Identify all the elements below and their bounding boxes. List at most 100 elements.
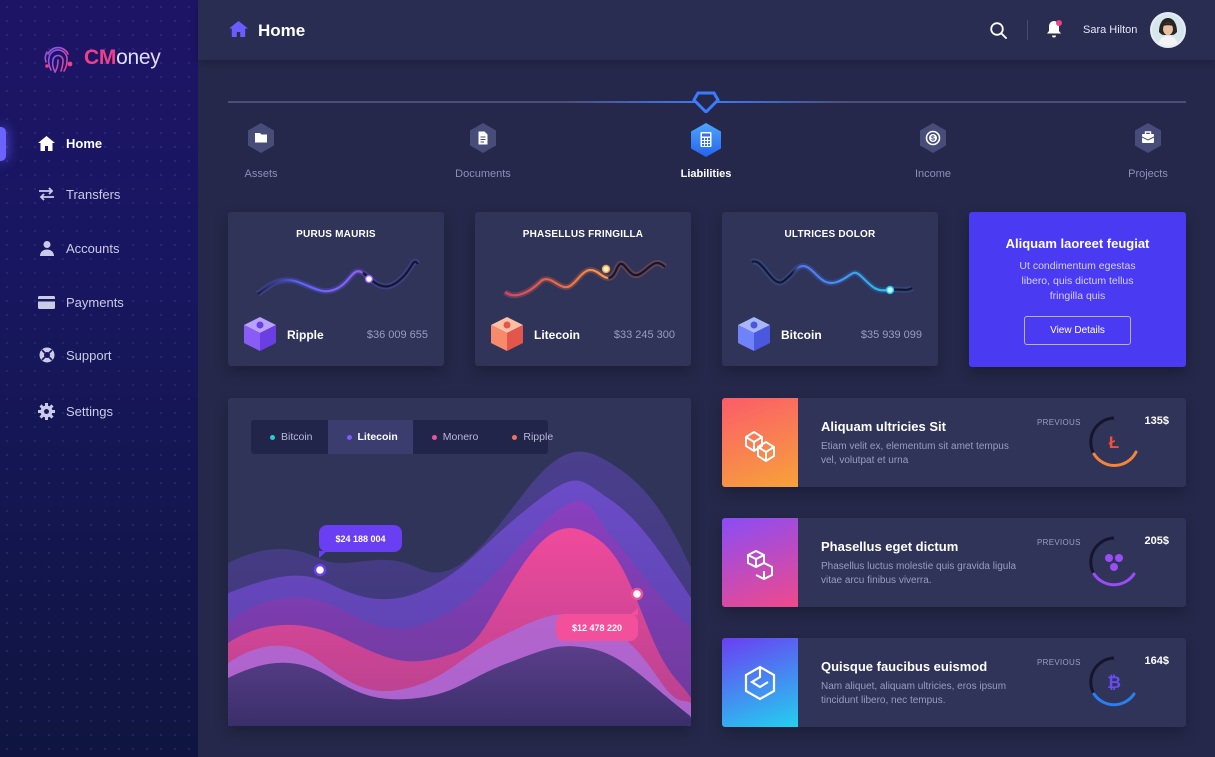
sidebar-item-payments[interactable]: Payments bbox=[0, 282, 198, 322]
blocks-icon bbox=[722, 518, 798, 607]
sidebar: CMoney Home Transfers Accounts Payments … bbox=[0, 0, 198, 757]
svg-text:Ł: Ł bbox=[1109, 433, 1119, 452]
sidebar-item-label: Payments bbox=[66, 294, 124, 310]
litecoin-icon bbox=[491, 317, 523, 351]
row-title: Aliquam ultricies Sit bbox=[821, 419, 946, 434]
promo-text: Ut condimentum egestas libero, quis dict… bbox=[1019, 260, 1136, 302]
row-title: Quisque faucibus euismod bbox=[821, 659, 988, 674]
coin-value: $35 939 099 bbox=[860, 329, 922, 341]
previous-label: PREVIOUS bbox=[1037, 418, 1081, 427]
row-description: Phasellus luctus molestie quis gravida l… bbox=[821, 561, 1017, 586]
fingerprint-icon bbox=[44, 46, 73, 73]
sidebar-item-label: Accounts bbox=[66, 240, 120, 256]
gear-icon bbox=[38, 402, 55, 420]
card-title: PHASELLUS FRINGILLA bbox=[522, 229, 644, 240]
svg-text:$: $ bbox=[931, 136, 935, 143]
row-title: Phasellus eget dictum bbox=[821, 539, 959, 554]
svg-text:₿: ₿ bbox=[1107, 673, 1121, 692]
coin-value: $36 009 655 bbox=[366, 329, 428, 341]
coin-card-litecoin[interactable]: PHASELLUS FRINGILLA Litecoin $33 245 300 bbox=[475, 212, 691, 366]
legend-bitcoin[interactable]: Bitcoin bbox=[251, 420, 328, 454]
lifebuoy-icon bbox=[38, 347, 55, 364]
ripple-icon bbox=[244, 317, 276, 351]
step-label: Liabilities bbox=[680, 168, 732, 180]
logo[interactable]: CMoney bbox=[40, 40, 161, 76]
row-amount: 205$ bbox=[1144, 535, 1169, 547]
step-income[interactable]: $ Income bbox=[883, 122, 983, 180]
user-icon bbox=[38, 240, 55, 257]
legend-litecoin[interactable]: Litecoin bbox=[327, 420, 413, 454]
ripple-icon bbox=[1089, 536, 1136, 587]
divider bbox=[1027, 20, 1028, 40]
coin-name: Ripple bbox=[287, 328, 324, 342]
step-label: Documents bbox=[455, 168, 511, 180]
chart-tooltip: $12 478 220 bbox=[556, 608, 638, 641]
step-label: Assets bbox=[244, 168, 278, 180]
view-details-button[interactable]: View Details bbox=[1024, 316, 1131, 345]
sidebar-item-label: Home bbox=[66, 135, 103, 151]
sparkline bbox=[503, 260, 668, 299]
coin-value: $33 245 300 bbox=[613, 329, 675, 341]
step-assets[interactable]: Assets bbox=[211, 122, 311, 180]
briefcase-icon bbox=[1135, 123, 1161, 153]
sidebar-item-home[interactable]: Home bbox=[0, 123, 198, 163]
page-title: Home bbox=[258, 21, 306, 40]
card-title: PURUS MAURIS bbox=[296, 229, 376, 240]
credit-card-icon bbox=[38, 294, 55, 311]
main-content: Assets Documents Liabilities $ Income Pr… bbox=[198, 60, 1215, 757]
row-description: Etiam velit ex, elementum sit amet tempu… bbox=[821, 441, 1009, 466]
row-amount: 135$ bbox=[1144, 415, 1169, 427]
step-label: Projects bbox=[1128, 168, 1168, 180]
top-bar: Home Sara Hilton bbox=[198, 0, 1215, 60]
row-amount: 164$ bbox=[1144, 655, 1169, 667]
progress-marker-icon bbox=[692, 91, 720, 118]
legend-monero[interactable]: Monero bbox=[413, 420, 494, 454]
notification-badge bbox=[1056, 20, 1062, 26]
step-label: Income bbox=[914, 168, 952, 180]
search-icon[interactable] bbox=[990, 22, 1007, 44]
coin-card-bitcoin[interactable]: ULTRICES DOLOR Bitcoin $35 939 099 bbox=[722, 212, 938, 366]
promo-title: Aliquam laoreet feugiat bbox=[1005, 236, 1150, 251]
chart-legend: Bitcoin Litecoin Monero Ripple bbox=[251, 420, 553, 454]
box-icon bbox=[722, 638, 798, 727]
sidebar-item-label: Settings bbox=[66, 403, 113, 419]
folder-icon bbox=[248, 123, 274, 153]
calculator-icon bbox=[691, 123, 721, 157]
coin-name: Bitcoin bbox=[781, 328, 822, 342]
step-liabilities[interactable]: Liabilities bbox=[656, 122, 756, 180]
legend-ripple[interactable]: Ripple bbox=[493, 420, 568, 454]
coin-name: Litecoin bbox=[534, 328, 581, 342]
bitcoin-icon: ₿ bbox=[1089, 656, 1136, 707]
step-projects[interactable]: Projects bbox=[1098, 122, 1198, 180]
sidebar-item-accounts[interactable]: Accounts bbox=[0, 228, 198, 268]
logo-text: CMoney bbox=[84, 46, 161, 69]
sparkline bbox=[750, 258, 914, 295]
chart-tooltip: $24 188 004 bbox=[319, 525, 402, 558]
previous-label: PREVIOUS bbox=[1037, 658, 1081, 667]
transfer-icon bbox=[38, 186, 55, 203]
avatar[interactable] bbox=[1150, 12, 1186, 48]
list-item-ripple[interactable]: Phasellus eget dictum Phasellus luctus m… bbox=[722, 518, 1186, 607]
step-documents[interactable]: Documents bbox=[433, 122, 533, 180]
sidebar-item-transfers[interactable]: Transfers bbox=[0, 174, 198, 214]
user-name[interactable]: Sara Hilton bbox=[1083, 24, 1137, 36]
document-icon bbox=[470, 123, 496, 153]
home-icon bbox=[229, 21, 248, 42]
previous-label: PREVIOUS bbox=[1037, 538, 1081, 547]
cubes-icon bbox=[722, 398, 798, 487]
row-description: Nam aliquet, aliquam ultricies, eros ips… bbox=[821, 681, 1007, 706]
sidebar-item-settings[interactable]: Settings bbox=[0, 391, 198, 431]
list-item-bitcoin[interactable]: Quisque faucibus euismod Nam aliquet, al… bbox=[722, 638, 1186, 727]
coin-card-ripple[interactable]: PURUS MAURIS Ripple $36 009 655 bbox=[228, 212, 444, 366]
area-chart: Bitcoin Litecoin Monero Ripple $24 188 0… bbox=[228, 398, 691, 726]
card-title: ULTRICES DOLOR bbox=[784, 229, 876, 240]
active-indicator bbox=[0, 127, 6, 161]
list-item-litecoin[interactable]: Aliquam ultricies Sit Etiam velit ex, el… bbox=[722, 398, 1186, 487]
sidebar-item-support[interactable]: Support bbox=[0, 335, 198, 375]
sidebar-item-label: Support bbox=[66, 347, 112, 363]
home-icon bbox=[38, 135, 55, 152]
coin-icon: $ bbox=[920, 123, 946, 153]
sidebar-item-label: Transfers bbox=[66, 186, 121, 202]
bitcoin-icon bbox=[738, 317, 770, 351]
promo-card: Aliquam laoreet feugiat Ut condimentum e… bbox=[969, 212, 1186, 367]
